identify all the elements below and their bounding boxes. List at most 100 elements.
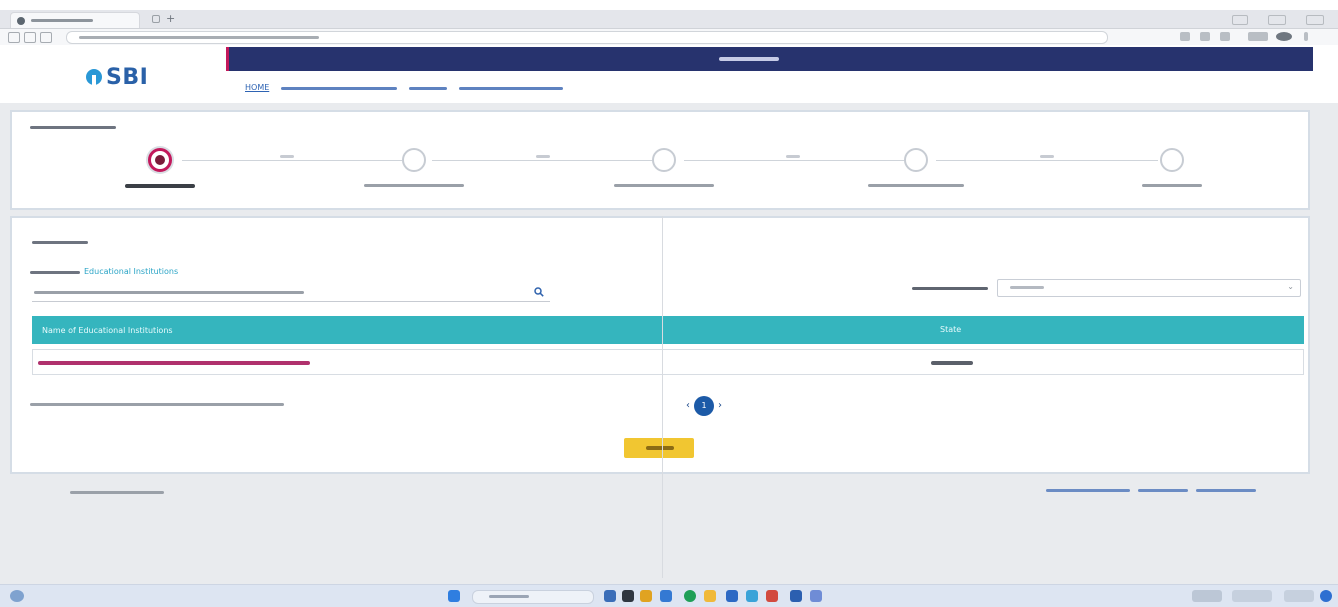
step-chevron-icon — [536, 155, 550, 158]
step-label — [364, 184, 464, 187]
screen-artifact-divider — [662, 216, 663, 578]
table-header: Name of Educational Institutions State — [32, 316, 1304, 344]
word-icon[interactable] — [790, 590, 802, 602]
pagination-next-icon[interactable]: › — [718, 401, 722, 411]
search-icon[interactable] — [534, 287, 544, 297]
step-pending-icon — [652, 148, 676, 172]
minimize-icon[interactable] — [1232, 15, 1248, 25]
extension-icon[interactable] — [1200, 32, 1210, 41]
state-select[interactable]: ⌄ — [997, 279, 1301, 297]
system-tray-icon[interactable] — [1192, 590, 1222, 602]
main-nav: HOME — [245, 83, 564, 93]
browser-tab-title — [31, 19, 93, 22]
step-label — [868, 184, 964, 187]
network-volume-icon[interactable] — [1232, 590, 1272, 602]
taskbar-app-icon[interactable] — [660, 590, 672, 602]
top-strip — [0, 0, 1338, 10]
filter-by-state-label — [912, 287, 988, 290]
state-select-value — [1010, 286, 1044, 289]
file-explorer-icon[interactable] — [704, 590, 716, 602]
privacy-statement-link[interactable] — [1046, 489, 1130, 492]
col-header-state: State — [940, 325, 962, 334]
sbi-logo-text: SBI — [106, 64, 149, 90]
pagination: ‹ 1 › — [686, 396, 722, 416]
select-payee-panel — [10, 216, 1310, 474]
extension-icon[interactable] — [1180, 32, 1190, 41]
url-text — [79, 36, 319, 39]
category-line: Educational Institutions — [30, 267, 178, 277]
nav-transaction-history-link[interactable] — [281, 86, 398, 90]
taskbar-app-icon[interactable] — [622, 590, 634, 602]
start-icon[interactable] — [448, 590, 460, 602]
showing-entries-text — [30, 403, 284, 406]
category-value: Educational Institutions — [84, 267, 179, 276]
payment-process-panel — [10, 110, 1310, 210]
extension-icon[interactable] — [1248, 32, 1268, 41]
new-tab-icon[interactable]: + — [166, 13, 175, 24]
step-label — [1142, 184, 1202, 187]
reload-icon[interactable] — [40, 32, 52, 43]
step-print-receipt — [1102, 148, 1242, 187]
terms-of-use-link[interactable] — [1196, 489, 1256, 492]
taskbar-app-icon[interactable] — [810, 590, 822, 602]
sbi-logo-icon — [86, 69, 102, 85]
step-chevron-icon — [1040, 155, 1054, 158]
profile-avatar-icon[interactable] — [1276, 32, 1292, 41]
table-row[interactable] — [32, 349, 1304, 375]
disclosures-link[interactable] — [1138, 489, 1188, 492]
taskbar-app-icon[interactable] — [746, 590, 758, 602]
category-label — [30, 270, 80, 274]
taskbar-search-text — [489, 595, 529, 598]
step-complete-payment — [846, 148, 986, 187]
search-input-value — [34, 291, 304, 294]
institution-search-input[interactable] — [32, 285, 550, 302]
cancel-button[interactable] — [624, 438, 694, 458]
step-chevron-icon — [280, 155, 294, 158]
weather-icon[interactable] — [10, 590, 24, 602]
col-header-name: Name of Educational Institutions — [42, 326, 173, 335]
browser-tab[interactable] — [10, 12, 140, 28]
clock-icon[interactable] — [1284, 590, 1314, 602]
forward-icon[interactable] — [24, 32, 36, 43]
payment-process-title — [30, 126, 116, 129]
step-label — [614, 184, 714, 187]
step-active-icon — [148, 148, 172, 172]
browser-menu-icon[interactable] — [1304, 32, 1308, 41]
close-window-icon[interactable] — [1306, 15, 1324, 25]
step-pending-icon — [904, 148, 928, 172]
chrome-icon[interactable] — [684, 590, 696, 602]
taskbar-app-icon[interactable] — [726, 590, 738, 602]
taskbar-search-input[interactable] — [472, 590, 594, 604]
sbi-logo: SBI — [86, 64, 148, 90]
pagination-page[interactable]: 1 — [694, 396, 714, 416]
taskbar-app-icon[interactable] — [604, 590, 616, 602]
copyright-text — [70, 491, 164, 494]
header-title — [719, 57, 779, 61]
maximize-icon[interactable] — [1268, 15, 1286, 25]
browser-address-bar — [0, 29, 1338, 46]
nav-home-link[interactable]: HOME — [245, 83, 269, 93]
step-pending-icon — [1160, 148, 1184, 172]
pagination-prev-icon[interactable]: ‹ — [686, 401, 690, 411]
back-icon[interactable] — [8, 32, 20, 43]
step-select-payee — [90, 148, 230, 188]
cancel-button-label — [646, 446, 674, 450]
extension-icon[interactable] — [1220, 32, 1230, 41]
taskbar-app-icon[interactable] — [640, 590, 652, 602]
browser-tab-bar: + — [0, 10, 1338, 29]
url-input[interactable] — [66, 31, 1108, 44]
notification-icon[interactable] — [1320, 590, 1332, 602]
nav-link[interactable] — [409, 86, 448, 90]
step-label — [125, 184, 195, 188]
taskbar-app-icon[interactable] — [766, 590, 778, 602]
chevron-down-icon: ⌄ — [1287, 282, 1294, 291]
institution-name-link[interactable] — [38, 361, 310, 365]
select-payee-heading — [32, 241, 88, 244]
step-chevron-icon — [786, 155, 800, 158]
site-favicon-icon — [17, 17, 25, 25]
step-pending-icon — [402, 148, 426, 172]
nav-customer-support-link[interactable] — [459, 86, 564, 90]
footer-links — [1046, 487, 1256, 492]
close-tab-icon[interactable] — [152, 15, 160, 23]
os-taskbar — [0, 584, 1338, 607]
